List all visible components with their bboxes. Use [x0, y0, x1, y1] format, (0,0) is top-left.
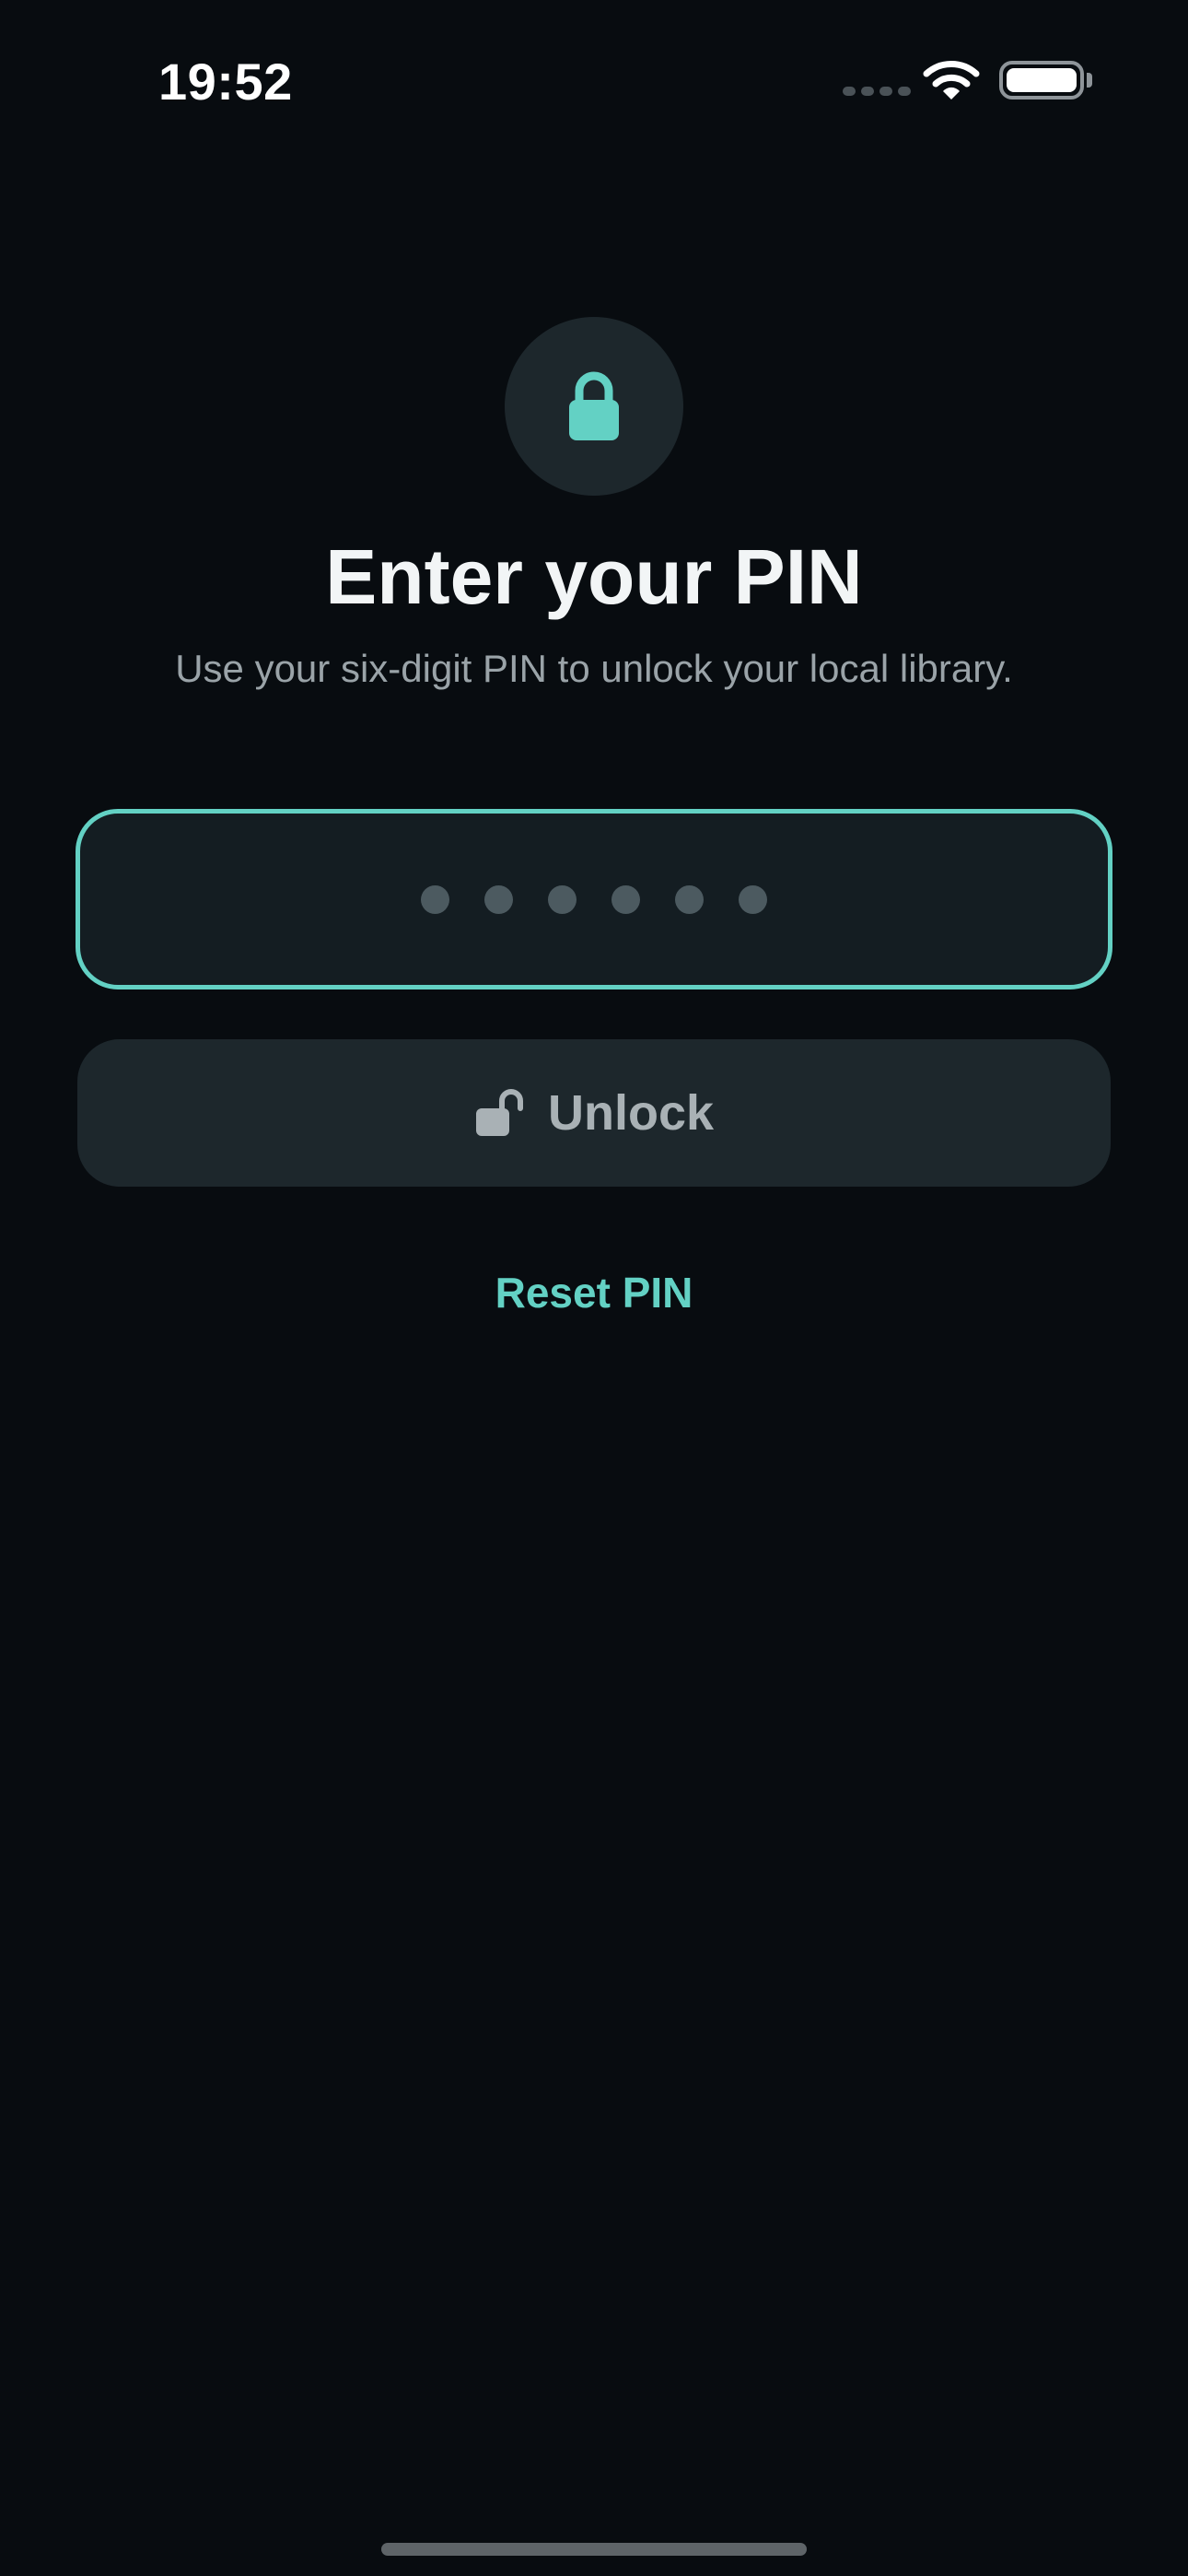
lock-badge — [505, 317, 683, 496]
lock-open-icon — [475, 1089, 523, 1136]
pin-dot — [675, 884, 704, 914]
pin-dot — [611, 884, 640, 914]
battery-icon — [999, 61, 1084, 100]
lock-icon — [569, 371, 619, 440]
page-title: Enter your PIN — [325, 533, 863, 620]
pin-dot — [484, 884, 513, 914]
wifi-icon — [923, 61, 980, 100]
pin-dot — [421, 884, 449, 914]
battery-cap — [1087, 73, 1092, 88]
unlock-button-label: Unlock — [547, 1085, 715, 1141]
home-indicator[interactable] — [381, 2543, 807, 2556]
cellular-signal-icon — [843, 87, 911, 96]
status-time: 19:52 — [158, 53, 293, 111]
unlock-button[interactable]: Unlock — [77, 1039, 1111, 1187]
pin-input[interactable] — [76, 809, 1112, 989]
page-subtitle: Use your six-digit PIN to unlock your lo… — [175, 647, 1013, 690]
pin-dot — [739, 884, 767, 914]
pin-dot — [548, 884, 577, 914]
reset-pin-link[interactable]: Reset PIN — [0, 1268, 1188, 1317]
status-bar: 19:52 — [0, 0, 1188, 157]
